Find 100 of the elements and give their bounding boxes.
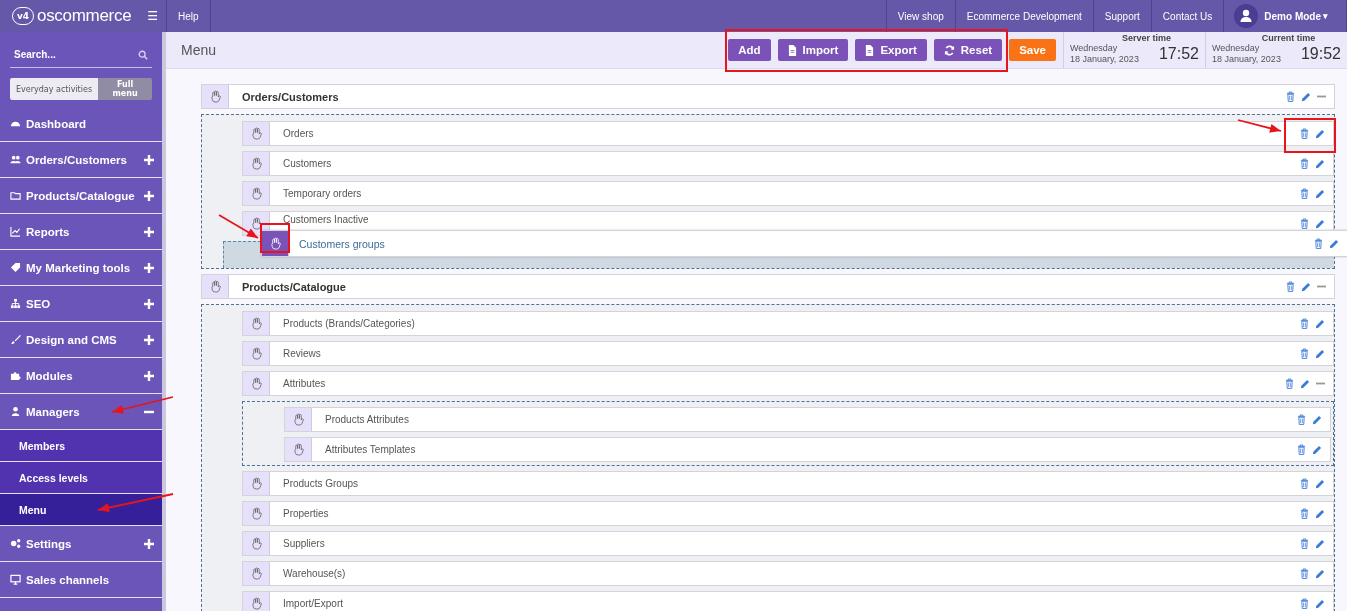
- edit-icon[interactable]: [1315, 158, 1325, 169]
- tag-icon: [10, 262, 21, 273]
- sidebar-item[interactable]: Design and CMS: [0, 322, 162, 358]
- sidebar-item[interactable]: SEO: [0, 286, 162, 322]
- trash-icon[interactable]: [1300, 158, 1309, 169]
- edit-icon[interactable]: [1301, 281, 1311, 292]
- toolbar-button[interactable]: Add: [728, 39, 771, 61]
- drag-handle[interactable]: [243, 182, 270, 205]
- document-icon: [787, 44, 797, 56]
- menu-item-label: Products (Brands/Categories): [282, 318, 416, 329]
- edit-icon[interactable]: [1300, 378, 1310, 389]
- search-field[interactable]: Search...: [10, 42, 152, 68]
- edit-icon[interactable]: [1315, 598, 1325, 609]
- sidebar-item[interactable]: Settings: [0, 526, 162, 562]
- chart-icon: [10, 226, 21, 237]
- toolbar-button[interactable]: Export: [855, 39, 927, 61]
- edit-icon[interactable]: [1301, 91, 1311, 102]
- monitor-icon: [10, 574, 21, 585]
- menu-group-label: Products/Catalogue: [241, 280, 347, 293]
- search-icon: [138, 50, 148, 60]
- menu-item-label: Properties: [282, 508, 330, 519]
- trash-icon[interactable]: [1300, 478, 1309, 489]
- sidebar-item[interactable]: Sales channels: [0, 562, 162, 598]
- drag-handle[interactable]: [243, 372, 270, 395]
- drag-handle[interactable]: [243, 122, 270, 145]
- drag-handle[interactable]: [243, 502, 270, 525]
- expand-icon: [144, 190, 154, 201]
- drag-handle[interactable]: [285, 408, 312, 431]
- trash-icon[interactable]: [1300, 188, 1309, 199]
- edit-icon[interactable]: [1329, 238, 1339, 249]
- sitemap-icon: [10, 298, 21, 309]
- users-icon: [10, 154, 21, 165]
- edit-icon[interactable]: [1315, 318, 1325, 329]
- drag-handle[interactable]: [243, 312, 270, 335]
- page-title: Menu: [180, 42, 218, 58]
- sidebar-item[interactable]: My Marketing tools: [0, 250, 162, 286]
- trash-icon[interactable]: [1300, 318, 1309, 329]
- menu-item-label: Orders: [282, 128, 315, 139]
- edit-icon[interactable]: [1315, 218, 1325, 229]
- trash-icon[interactable]: [1300, 218, 1309, 229]
- menu-item-label: Import/Export: [282, 598, 345, 609]
- trash-icon[interactable]: [1300, 348, 1309, 359]
- menu-item-label: Suppliers: [282, 538, 326, 549]
- edit-icon[interactable]: [1315, 508, 1325, 519]
- drag-handle[interactable]: [243, 472, 270, 495]
- drag-handle[interactable]: [243, 532, 270, 555]
- drag-handle[interactable]: [202, 275, 229, 298]
- sidebar-subitem[interactable]: Access levels: [0, 462, 162, 494]
- menu-item-label: Products Attributes: [324, 414, 410, 425]
- sidebar-item[interactable]: Reports: [0, 214, 162, 250]
- edit-icon[interactable]: [1315, 478, 1325, 489]
- trash-icon[interactable]: [1300, 568, 1309, 579]
- drag-handle[interactable]: [243, 342, 270, 365]
- sidebar-subitem[interactable]: Members: [0, 430, 162, 462]
- drag-handle[interactable]: [243, 152, 270, 175]
- trash-icon[interactable]: [1300, 598, 1309, 609]
- toolbar-button[interactable]: Reset: [933, 39, 1003, 61]
- drag-handle[interactable]: [243, 592, 270, 611]
- menu-item-label: Warehouse(s): [282, 568, 347, 579]
- drag-handle[interactable]: [285, 438, 312, 461]
- expand-icon: [144, 370, 154, 381]
- sidebar-item[interactable]: Dashboard: [0, 106, 162, 142]
- drag-handle[interactable]: [243, 562, 270, 585]
- expand-icon: [144, 262, 154, 273]
- edit-icon[interactable]: [1312, 414, 1322, 425]
- drag-handle[interactable]: [202, 85, 229, 108]
- edit-icon[interactable]: [1315, 348, 1325, 359]
- toolbar-button[interactable]: Import: [777, 39, 849, 61]
- sidebar-item[interactable]: Orders/Customers: [0, 142, 162, 178]
- trash-icon[interactable]: [1286, 281, 1295, 292]
- sidebar-subitem[interactable]: Menu: [0, 494, 162, 526]
- trash-icon[interactable]: [1285, 378, 1294, 389]
- trash-icon[interactable]: [1297, 444, 1306, 455]
- trash-icon[interactable]: [1300, 128, 1309, 139]
- expand-icon: [144, 334, 154, 345]
- edit-icon[interactable]: [1315, 188, 1325, 199]
- menu-item-label: Products Groups: [282, 478, 360, 489]
- clock-label: Server time: [1121, 33, 1172, 43]
- menu-item-label: Attributes: [282, 378, 327, 389]
- trash-icon[interactable]: [1300, 538, 1309, 549]
- mode-toggle-button[interactable]: Everyday activities: [10, 78, 99, 100]
- edit-icon[interactable]: [1315, 568, 1325, 579]
- edit-icon[interactable]: [1312, 444, 1322, 455]
- menu-item-label: Temporary orders: [282, 188, 363, 199]
- logo[interactable]: v4 oscommerce: [12, 6, 132, 26]
- sidebar-item[interactable]: Products/Catalogue: [0, 178, 162, 214]
- clock-time: 19:52: [1300, 45, 1341, 63]
- edit-icon[interactable]: [1315, 538, 1325, 549]
- document-icon: [865, 44, 875, 56]
- sidebar-item[interactable]: Modules: [0, 358, 162, 394]
- trash-icon[interactable]: [1286, 91, 1295, 102]
- edit-icon[interactable]: [1315, 128, 1325, 139]
- trash-icon[interactable]: [1297, 414, 1306, 425]
- mode-toggle-button[interactable]: Full menu: [98, 78, 152, 100]
- trash-icon[interactable]: [1300, 508, 1309, 519]
- trash-icon[interactable]: [1314, 238, 1323, 249]
- dragged-menu-item[interactable]: Customers groups: [261, 230, 1347, 257]
- menu-button[interactable]: ☰: [145, 9, 160, 23]
- menu-item-label: Customers: [282, 158, 333, 169]
- clock-date: 18 January, 2023: [1212, 54, 1281, 65]
